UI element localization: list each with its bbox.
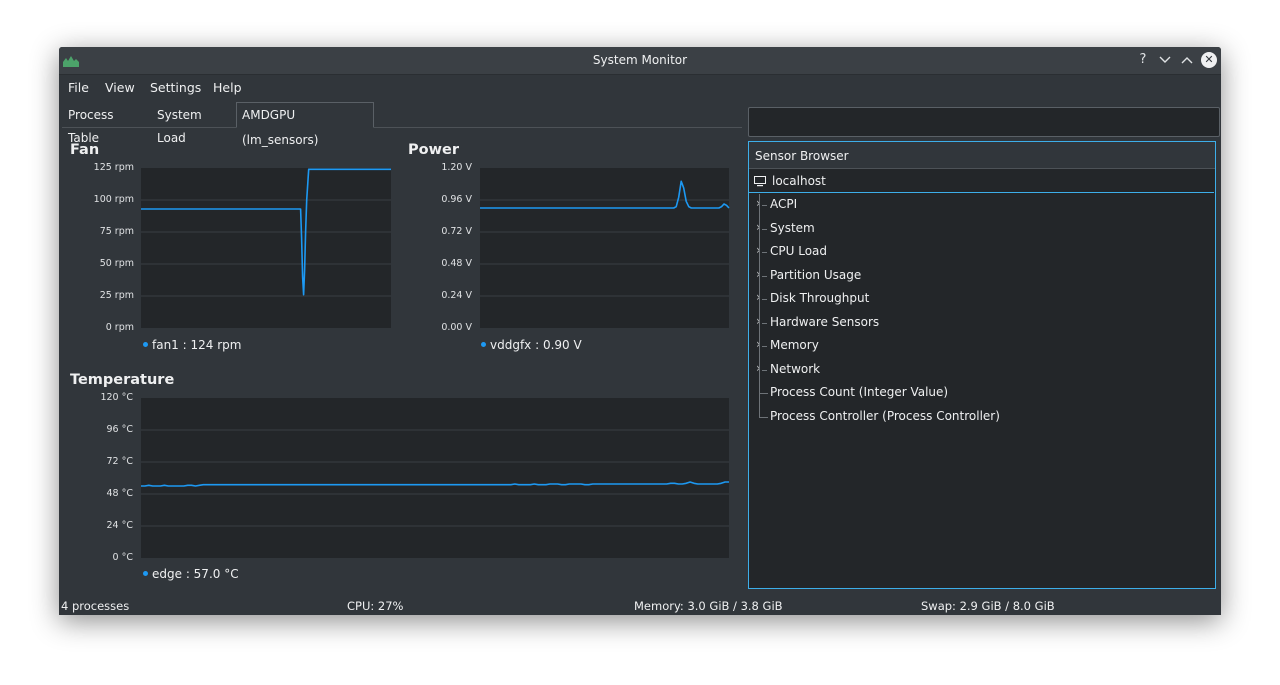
temperature-ytick: 72 °C <box>106 456 134 467</box>
status-swap: Swap: 2.9 GiB / 8.0 GiB <box>921 599 1055 613</box>
tree-item-label: Process Count (Integer Value) <box>770 385 949 399</box>
temperature-chart <box>141 429 729 527</box>
status-processes: 4 processes <box>61 599 130 613</box>
menu-settings[interactable]: Settings <box>150 80 201 95</box>
temperature-ytick: 0 °C <box>112 552 133 563</box>
tree-branch-line <box>762 322 767 324</box>
fan-legend-dot <box>143 342 148 347</box>
sensor-browser-header-label: Sensor Browser <box>755 149 849 163</box>
tree-item[interactable]: ›Partition Usage <box>749 265 1215 287</box>
tree-item[interactable]: Process Count (Integer Value) <box>749 382 1215 404</box>
tree-item[interactable]: ›Network <box>749 359 1215 381</box>
menu-help[interactable]: Help <box>213 80 242 95</box>
tree-branch-line <box>762 275 767 277</box>
power-panel-title: Power <box>408 142 459 158</box>
tree-item[interactable]: ›Hardware Sensors <box>749 312 1215 334</box>
computer-icon <box>754 176 766 187</box>
power-series-vddgfx <box>480 180 730 209</box>
tree-item-label: ACPI <box>770 197 798 211</box>
temperature-ytick: 120 °C <box>100 392 133 403</box>
help-icon[interactable]: ? <box>1135 52 1151 68</box>
temperature-ytick: 24 °C <box>106 520 134 531</box>
menu-file[interactable]: File <box>68 80 89 95</box>
fan-ytick: 100 rpm <box>93 194 134 205</box>
maximize-icon[interactable] <box>1179 52 1195 68</box>
tree-branch-line <box>762 205 767 206</box>
power-legend-dot <box>481 342 486 347</box>
power-ytick: 0.72 V <box>441 226 472 237</box>
tree-item[interactable]: ›System <box>749 218 1215 240</box>
status-bar: 4 processes CPU: 27% Memory: 3.0 GiB / 3… <box>59 597 1221 615</box>
power-ytick: 0.96 V <box>441 194 472 205</box>
tree-item-label: Process Controller (Process Controller) <box>770 408 1000 423</box>
fan-ytick: 0 rpm <box>105 322 134 333</box>
fan-ytick: 75 rpm <box>99 226 134 237</box>
tree-branch-line <box>762 369 767 371</box>
tree-root-label: localhost <box>772 174 826 188</box>
fan-ytick: 25 rpm <box>99 290 134 301</box>
sensor-browser[interactable]: Sensor Browser localhost ›ACPI›System›CP… <box>748 141 1216 589</box>
temperature-ytick: 48 °C <box>106 488 134 499</box>
fan-legend: fan1 : 124 rpm <box>143 338 241 352</box>
menu-bar: File View Settings Help <box>59 75 1221 99</box>
tree-trunk-line <box>759 194 760 417</box>
close-icon[interactable]: ✕ <box>1201 52 1217 68</box>
tree-branch-line <box>759 416 768 418</box>
temperature-panel-title: Temperature <box>70 372 175 388</box>
power-ytick: 1.20 V <box>441 162 472 173</box>
window-title: System Monitor <box>592 53 688 67</box>
sensor-browser-header[interactable]: Sensor Browser <box>749 142 1215 169</box>
temperature-ytick: 96 °C <box>106 424 134 435</box>
tab-system-load[interactable]: System Load <box>151 103 235 145</box>
fan-panel-title: Fan <box>70 142 100 158</box>
fan-ytick: 125 rpm <box>93 162 134 173</box>
selection-underline <box>749 192 1214 193</box>
temperature-legend: edge : 57.0 °C <box>143 567 239 581</box>
tree-item[interactable]: ›ACPI <box>749 194 1215 216</box>
power-legend-label: vddgfx : 0.90 V <box>490 338 582 352</box>
status-cpu: CPU: 27% <box>347 599 404 613</box>
minimize-icon[interactable] <box>1157 52 1173 68</box>
tree-item[interactable]: ›Memory <box>749 335 1215 357</box>
power-ytick: 0.00 V <box>441 322 472 333</box>
power-ytick: 0.24 V <box>441 290 472 301</box>
status-memory: Memory: 3.0 GiB / 3.8 GiB <box>634 599 783 613</box>
tree-item-label: Network <box>770 361 821 376</box>
temperature-series-edge <box>141 481 729 487</box>
tree-item[interactable]: ›Disk Throughput <box>749 288 1215 310</box>
temperature-legend-dot <box>143 571 148 576</box>
tree-branch-line <box>762 346 767 347</box>
power-ytick: 0.48 V <box>441 258 472 269</box>
power-chart <box>480 180 730 297</box>
sensor-search-input[interactable] <box>748 107 1220 137</box>
menu-view[interactable]: View <box>105 80 135 95</box>
tree-item-label: Memory <box>770 338 819 352</box>
fan-ytick: 50 rpm <box>99 258 134 269</box>
tab-process-table[interactable]: Process Table <box>62 103 150 145</box>
tree-branch-line <box>762 299 767 300</box>
tree-item-label: Partition Usage <box>770 267 862 282</box>
tree-branch-line <box>762 252 767 253</box>
fan-chart <box>141 168 391 297</box>
system-monitor-window: System Monitor ? ✕ File View Settings He… <box>59 47 1221 615</box>
tree-item-label: Disk Throughput <box>770 291 870 305</box>
tree-branch-line <box>759 393 768 394</box>
tree-branch-line <box>762 228 767 230</box>
power-legend: vddgfx : 0.90 V <box>481 338 582 352</box>
tree-item-label: System <box>770 220 815 235</box>
temperature-legend-label: edge : 57.0 °C <box>152 567 239 581</box>
tree-item-label: Hardware Sensors <box>770 314 880 329</box>
fan-legend-label: fan1 : 124 rpm <box>152 338 242 352</box>
tree-item[interactable]: ›CPU Load <box>749 241 1215 263</box>
tree-item[interactable]: Process Controller (Process Controller) <box>749 406 1215 428</box>
title-bar[interactable]: System Monitor ? ✕ <box>59 47 1221 75</box>
tree-item-label: CPU Load <box>770 244 827 258</box>
tab-amdgpu[interactable]: AMDGPU (lm_sensors) <box>236 102 374 147</box>
tree-root-localhost[interactable]: localhost <box>749 170 1215 192</box>
